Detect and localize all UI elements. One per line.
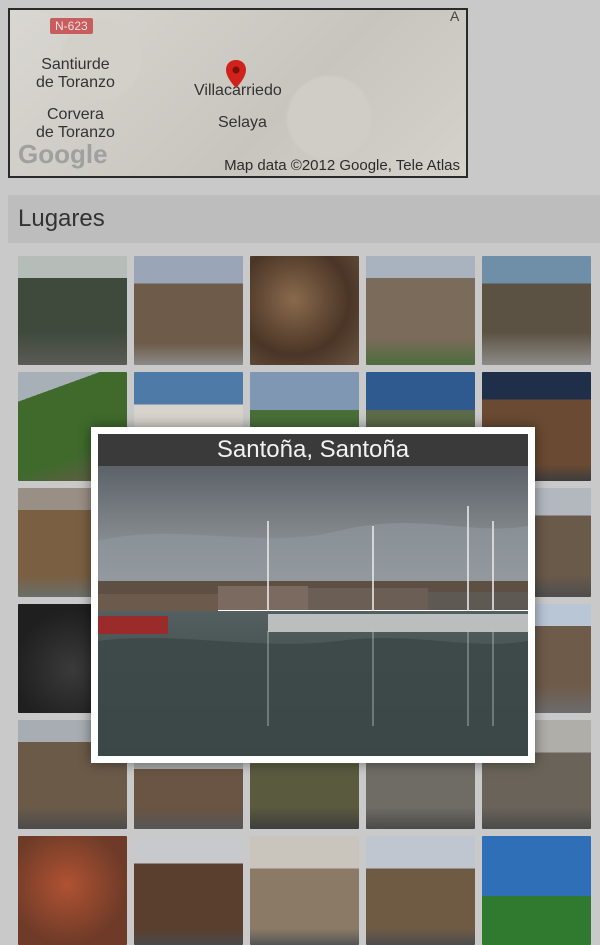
popup-title: Santoña, Santoña <box>98 434 528 466</box>
photo-popup[interactable]: Santoña, Santoña <box>91 427 535 763</box>
photo-thumbnail[interactable] <box>18 836 127 945</box>
map-label-corvera: Corvera de Toranzo <box>36 106 115 141</box>
photo-thumbnail[interactable] <box>134 256 243 365</box>
map-label-santiurde: Santiurde de Toranzo <box>36 56 115 91</box>
photo-thumbnail[interactable] <box>482 836 591 945</box>
photo-thumbnail[interactable] <box>134 836 243 945</box>
photo-thumbnail[interactable] <box>366 836 475 945</box>
map-pin-icon[interactable] <box>226 60 246 88</box>
road-badge: N-623 <box>50 18 93 34</box>
photo-thumbnail[interactable] <box>250 256 359 365</box>
map-view[interactable]: N-623 Santiurde de Toranzo Corvera de To… <box>8 8 468 178</box>
photo-thumbnail[interactable] <box>250 836 359 945</box>
popup-content: Santoña, Santoña <box>98 434 528 756</box>
section-header: Lugares <box>8 195 600 243</box>
photo-thumbnail[interactable] <box>366 256 475 365</box>
photo-thumbnail[interactable] <box>18 256 127 365</box>
map-attribution: Map data ©2012 Google, Tele Atlas <box>224 157 460 174</box>
harbor-photo <box>98 466 528 756</box>
map-label-selaya: Selaya <box>218 114 267 131</box>
map-corner-glyph: A <box>450 8 460 24</box>
photo-thumbnail[interactable] <box>482 256 591 365</box>
section-title: Lugares <box>18 205 105 232</box>
google-logo: Google <box>18 139 108 169</box>
